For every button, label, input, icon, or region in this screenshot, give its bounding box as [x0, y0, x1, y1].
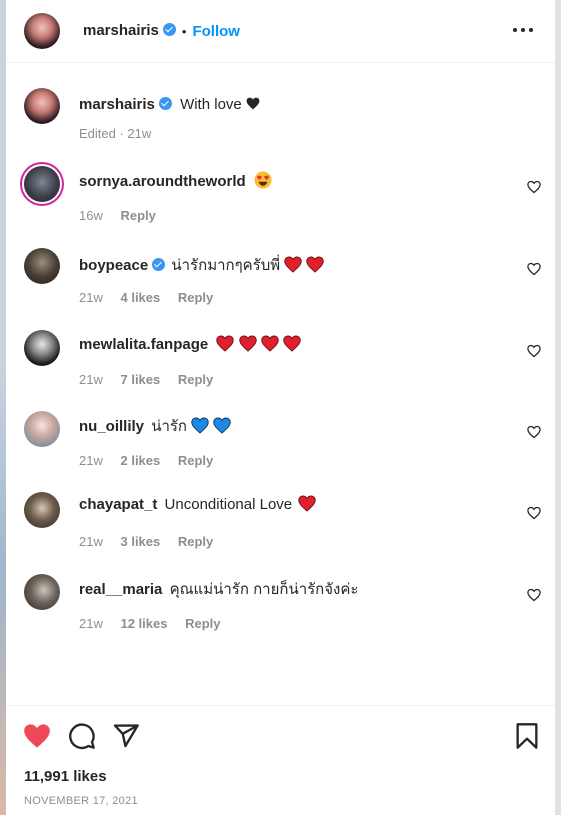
likes-count[interactable]: 3 likes [120, 534, 160, 549]
comment-meta: 21w 2 likes Reply [79, 453, 213, 468]
comment-row: mewlalita.fanpage 21w 7 likes Reply [6, 330, 555, 390]
caption-text: With love [180, 96, 242, 113]
caption-line: marshairis With love [79, 96, 260, 113]
reply-button[interactable]: Reply [178, 453, 213, 468]
red-heart-emoji-icon [284, 256, 303, 273]
comment-line: real__maria คุณแม่น่ารัก กายก็น่ารักจังค… [79, 577, 358, 601]
comment-row: sornya.aroundtheworld 16w Reply [6, 166, 555, 226]
like-comment-icon[interactable] [527, 588, 541, 602]
caption-meta: Edited · 21w [79, 126, 152, 141]
like-comment-icon[interactable] [527, 425, 541, 439]
reply-button[interactable]: Reply [178, 290, 213, 305]
avatar[interactable] [24, 574, 60, 610]
comment-line: mewlalita.fanpage [79, 335, 301, 353]
blue-heart-emoji-icon [191, 417, 209, 434]
comment-time: 16w [79, 208, 103, 223]
avatar[interactable] [24, 492, 60, 528]
comment-meta: 21w 3 likes Reply [79, 534, 213, 549]
post-header: marshairis • Follow [6, 0, 555, 63]
comment-meta: 21w 4 likes Reply [79, 290, 213, 305]
reply-button[interactable]: Reply [185, 616, 220, 631]
like-comment-icon[interactable] [527, 344, 541, 358]
comment-row: chayapat_t Unconditional Love 21w 3 like… [6, 492, 555, 552]
comment-meta: 21w 7 likes Reply [79, 372, 213, 387]
red-heart-emoji-icon [216, 335, 235, 352]
likes-count[interactable]: 2 likes [120, 453, 160, 468]
post-likes-count[interactable]: 11,991 likes [24, 768, 107, 785]
verified-icon [162, 23, 176, 36]
avatar[interactable] [24, 13, 60, 49]
comment-icon[interactable] [68, 722, 96, 750]
comment-time: 21w [79, 372, 103, 387]
comment-username[interactable]: real__maria [79, 581, 162, 598]
comment-text: น่ารัก [151, 418, 188, 435]
caption-username[interactable]: marshairis [79, 96, 155, 113]
comment-text: น่ารักมากๆครับพี่ [171, 257, 281, 274]
avatar[interactable] [24, 166, 60, 202]
comment-username[interactable]: chayapat_t [79, 496, 157, 513]
red-heart-emoji-icon [261, 335, 279, 352]
avatar[interactable] [24, 248, 60, 284]
author-block: marshairis [83, 22, 176, 40]
red-heart-emoji-icon [306, 256, 325, 273]
post-actions: 11,991 likes NOVEMBER 17, 2021 [6, 705, 555, 816]
reply-button[interactable]: Reply [120, 208, 155, 223]
emoji-group [216, 335, 301, 353]
comment-meta: 16w Reply [79, 208, 156, 223]
share-icon[interactable] [112, 722, 140, 750]
comment-line: boypeace น่ารักมากๆครับพี่ [79, 253, 325, 277]
bookmark-icon[interactable] [513, 722, 541, 750]
red-heart-emoji-icon [238, 335, 257, 352]
comment-text: คุณแม่น่ารัก กายก็น่ารักจังค่ะ [169, 581, 359, 598]
comment-time: 21w [79, 534, 103, 549]
comment-time: 21w [79, 290, 103, 305]
more-options-icon[interactable] [513, 20, 533, 40]
comment-text: Unconditional Love [164, 496, 293, 513]
follow-button[interactable]: Follow [192, 23, 240, 40]
comment-username[interactable]: boypeace [79, 257, 148, 274]
comment-line: sornya.aroundtheworld [79, 171, 272, 190]
post-date: NOVEMBER 17, 2021 [24, 795, 138, 807]
likes-count[interactable]: 7 likes [120, 372, 160, 387]
verified-icon [152, 258, 166, 271]
likes-count[interactable]: 4 likes [120, 290, 160, 305]
reply-button[interactable]: Reply [178, 372, 213, 387]
like-comment-icon[interactable] [527, 506, 541, 520]
likes-count[interactable]: 12 likes [120, 616, 167, 631]
red-heart-emoji-icon [298, 495, 317, 512]
caption-row: marshairis With love Edited · 21w [6, 88, 555, 148]
heart-eyes-emoji-icon [254, 171, 272, 189]
like-comment-icon[interactable] [527, 262, 541, 276]
separator-dot: • [181, 23, 187, 39]
black-heart-icon [246, 97, 260, 110]
background-strip-right [555, 0, 561, 815]
comment-username[interactable]: nu_oillily [79, 418, 144, 435]
red-heart-emoji-icon [283, 335, 301, 352]
avatar[interactable] [24, 411, 60, 447]
post-panel: marshairis • Follow marshairis With love… [6, 0, 555, 815]
verified-icon [158, 97, 172, 110]
comment-meta: 21w 12 likes Reply [79, 616, 221, 631]
like-comment-icon[interactable] [527, 180, 541, 194]
comment-username[interactable]: mewlalita.fanpage [79, 336, 208, 353]
blue-heart-emoji-icon [213, 417, 232, 434]
comment-line: chayapat_t Unconditional Love [79, 495, 317, 513]
comment-time: 21w [79, 616, 103, 631]
comment-row: nu_oillily น่ารัก 21w 2 likes Reply [6, 411, 555, 471]
comment-row: boypeace น่ารักมากๆครับพี่ 21w 4 likes R… [6, 248, 555, 308]
avatar[interactable] [24, 88, 60, 124]
reply-button[interactable]: Reply [178, 534, 213, 549]
comment-row: real__maria คุณแม่น่ารัก กายก็น่ารักจังค… [6, 574, 555, 634]
like-heart-icon[interactable] [23, 722, 51, 750]
author-username[interactable]: marshairis [83, 22, 159, 39]
avatar[interactable] [24, 330, 60, 366]
comment-time: 21w [79, 453, 103, 468]
comment-line: nu_oillily น่ารัก [79, 414, 232, 438]
comment-username[interactable]: sornya.aroundtheworld [79, 173, 246, 190]
